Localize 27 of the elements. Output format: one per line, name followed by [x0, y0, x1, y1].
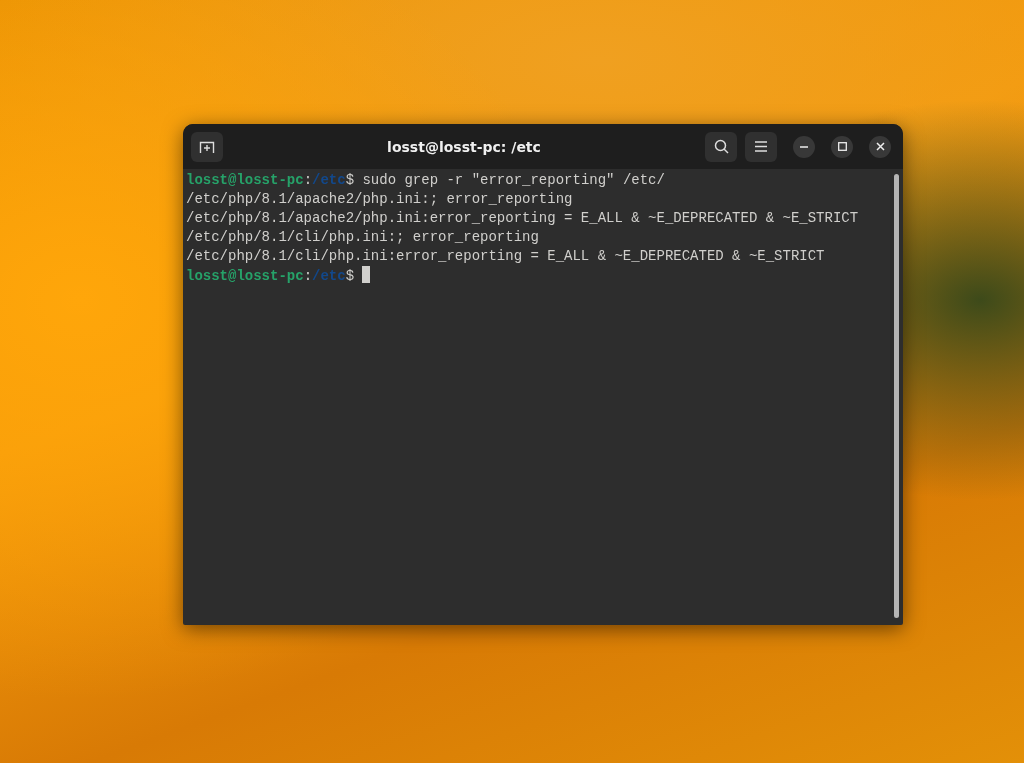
minimize-icon [800, 145, 808, 148]
new-tab-icon [199, 139, 215, 154]
window-title: losst@losst-pc: /etc [387, 138, 541, 155]
minimize-button[interactable] [793, 135, 815, 158]
maximize-button[interactable] [831, 135, 853, 158]
prompt-path: /etc [312, 172, 346, 188]
terminal-text: /etc/php/8.1/apache2/php.ini:; error_reporting [186, 191, 573, 207]
prompt-path: /etc [312, 268, 346, 284]
terminal-text: /etc/php/8.1/cli/php.ini:; error_reporting [186, 229, 539, 245]
maximize-icon [837, 142, 847, 151]
search-button[interactable] [705, 131, 737, 162]
terminal-text: : [303, 268, 313, 284]
close-icon [875, 142, 885, 151]
prompt-user: losst@losst-pc [186, 172, 304, 188]
new-tab-button[interactable] [191, 131, 223, 162]
prompt-user: losst@losst-pc [186, 268, 304, 284]
scrollbar[interactable] [894, 174, 899, 618]
close-button[interactable] [869, 135, 891, 158]
menu-button[interactable] [745, 131, 777, 162]
menu-icon [755, 141, 767, 152]
text-cursor [362, 266, 371, 283]
terminal-text: /etc/php/8.1/cli/php.ini:error_reporting = E_ALL & ~E_DEPRECATED & ~E_STRICT [186, 248, 825, 264]
terminal-text: $ [345, 268, 356, 284]
terminal-text: $ sudo grep -r "error_reporting" /etc/ [345, 172, 665, 188]
terminal-text: /etc/php/8.1/apache2/php.ini:error_reporting = E_ALL & ~E_DEPRECATED & ~E_STRICT [186, 210, 859, 226]
search-icon [713, 139, 729, 154]
terminal-text: : [303, 172, 313, 188]
